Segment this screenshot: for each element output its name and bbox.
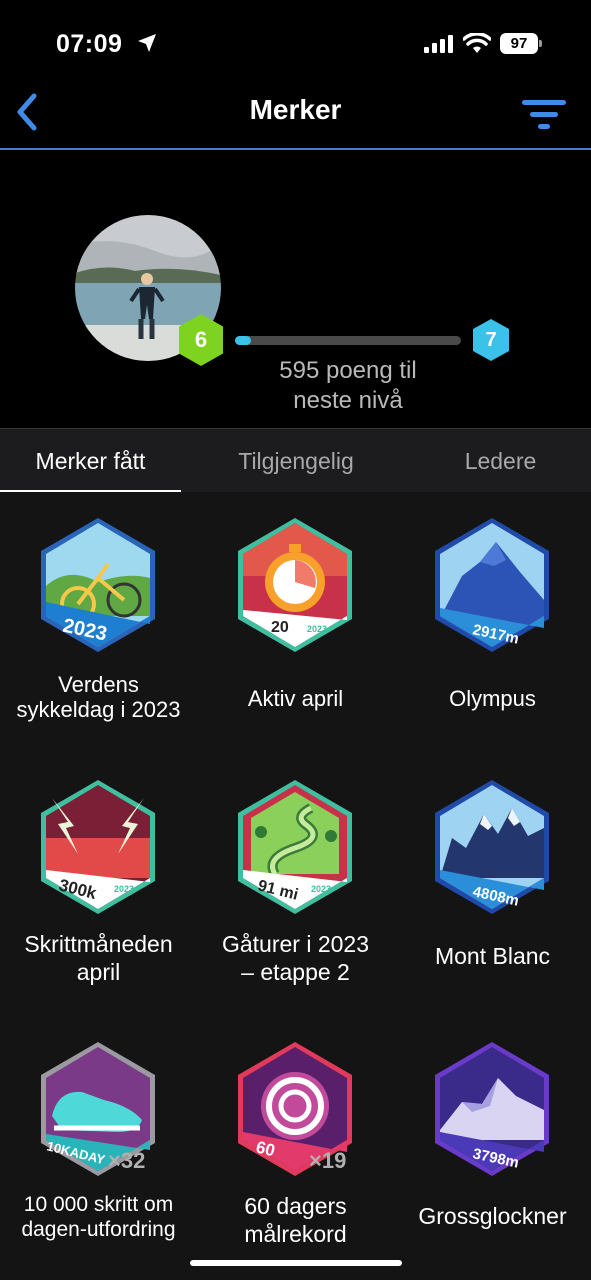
filter-icon[interactable]: [522, 98, 566, 132]
earned-count: ×32: [108, 1148, 146, 1173]
svg-text:2023: 2023: [311, 884, 331, 894]
svg-text:2023: 2023: [307, 624, 327, 634]
level-progress-bar: [235, 336, 461, 345]
clock: 07:09: [56, 30, 123, 58]
svg-text:2023: 2023: [114, 884, 134, 894]
badge-step-month-april[interactable]: 300k 2023 Skrittmåneden april: [0, 754, 197, 1014]
badge-world-bicycle-day[interactable]: 2023 Verdens sykkeldag i 2023: [0, 492, 197, 752]
svg-text:20: 20: [271, 619, 289, 636]
current-level-badge: 6: [177, 313, 225, 367]
badge-olympus[interactable]: 2917m Olympus: [394, 492, 591, 752]
path-badge-icon: 91 mi 2023: [238, 780, 352, 914]
earned-count: ×19: [309, 1148, 347, 1173]
badge-active-april[interactable]: 20 2023 Aktiv april: [197, 492, 394, 752]
profile-level-section: 6 7 595 poeng til neste nivå: [0, 150, 591, 428]
navigation-bar: Merker: [0, 80, 591, 150]
tab-earned-badges[interactable]: Merker fått: [0, 429, 181, 491]
badge-grid: 2023 Verdens sykkeldag i 2023 20 2023 Ak…: [0, 492, 591, 1280]
cellular-signal-icon: [424, 35, 453, 53]
badge-mont-blanc[interactable]: 4808m Mont Blanc: [394, 754, 591, 1014]
tab-bar: Merker fått Tilgjengelig Ledere: [0, 428, 591, 493]
stopwatch-badge-icon: 20 2023: [238, 518, 352, 652]
badge-60-day-goal-record[interactable]: 60 ×19 60 dagers målrekord: [197, 1016, 394, 1276]
badge-grossglockner[interactable]: 3798m Grossglockner: [394, 1016, 591, 1276]
bicycle-badge-icon: 2023: [41, 518, 155, 652]
points-to-next-level: 595 poeng til neste nivå: [279, 357, 417, 414]
next-level-badge: 7: [472, 318, 510, 362]
home-indicator[interactable]: [190, 1260, 402, 1266]
page-title: Merker: [249, 94, 342, 125]
tab-leaders[interactable]: Ledere: [410, 429, 591, 491]
wifi-icon: [463, 33, 491, 53]
mountain-badge-icon: 3798m: [435, 1042, 549, 1176]
battery-indicator: 97: [500, 33, 542, 54]
level-progress-fill: [235, 336, 251, 345]
lightning-badge-icon: 300k 2023: [41, 780, 155, 914]
badge-10k-steps-challenge[interactable]: 10KADAY ×32 10 000 skritt om dagen-utfor…: [0, 1016, 197, 1276]
location-arrow-icon: [138, 34, 156, 52]
tab-available[interactable]: Tilgjengelig: [196, 429, 396, 491]
mountain-badge-icon: 4808m: [435, 780, 549, 914]
badge-walks-2023-stage-2[interactable]: 91 mi 2023 Gåturer i 2023 – etappe 2: [197, 754, 394, 1014]
mountain-badge-icon: 2917m: [435, 518, 549, 652]
status-bar: 07:09 97: [0, 0, 591, 80]
